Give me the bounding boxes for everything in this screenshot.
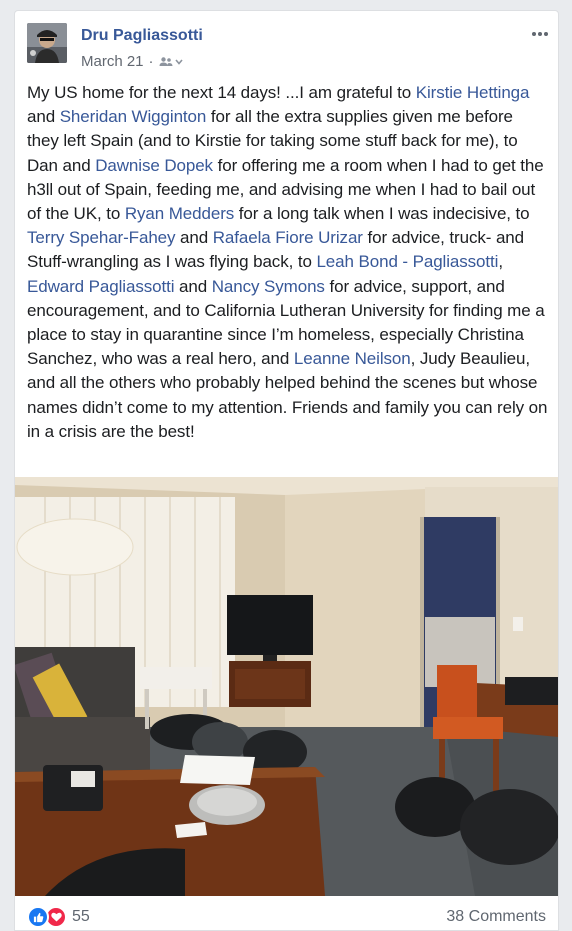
mention-link[interactable]: Leanne Neilson — [294, 349, 411, 368]
more-options-icon[interactable] — [530, 29, 550, 39]
post-date[interactable]: March 21 — [81, 53, 144, 70]
post-text: and — [175, 228, 213, 248]
like-reaction-icon — [27, 906, 49, 928]
post-photo[interactable] — [15, 477, 558, 896]
comments-count-link[interactable]: 38 Comments — [446, 908, 546, 926]
reaction-count: 55 — [72, 908, 90, 925]
profile-photo-icon — [27, 23, 67, 63]
post-card: Dru Pagliassotti March 21 · My US home f… — [14, 10, 559, 931]
avatar[interactable] — [27, 23, 67, 63]
post-text: , — [498, 252, 503, 272]
friends-icon[interactable] — [159, 56, 183, 67]
post-text: My US home for the next 14 days! ...I am… — [27, 83, 416, 102]
post-meta: March 21 · — [81, 53, 183, 70]
mention-link[interactable]: Sheridan Wigginton — [60, 107, 207, 126]
post-text: and — [174, 276, 212, 296]
mention-link[interactable]: Rafaela Fiore Urizar — [213, 228, 363, 247]
meta-separator: · — [148, 53, 154, 70]
mention-link[interactable]: Dawnise Dopek — [95, 156, 213, 175]
mention-link[interactable]: Ryan Medders — [125, 204, 234, 223]
post-text: and — [27, 107, 60, 127]
mention-link[interactable]: Kirstie Hettinga — [416, 83, 530, 102]
mention-link[interactable]: Leah Bond - Pagliassotti — [316, 252, 498, 271]
mention-link[interactable]: Edward Pagliassotti — [27, 277, 175, 296]
post-text: for a long talk when I was indecisive, t… — [234, 204, 530, 224]
chevron-down-icon — [174, 58, 183, 65]
mention-link[interactable]: Nancy Symons — [212, 277, 325, 296]
hotel-room-photo-icon — [15, 477, 558, 896]
post-author-name[interactable]: Dru Pagliassotti — [81, 27, 203, 45]
reactions-summary[interactable]: 55 — [27, 906, 90, 928]
post-body: My US home for the next 14 days! ...I am… — [27, 81, 549, 444]
mention-link[interactable]: Terry Spehar-Fahey — [27, 228, 176, 247]
post-footer: 55 38 Comments — [15, 896, 558, 930]
